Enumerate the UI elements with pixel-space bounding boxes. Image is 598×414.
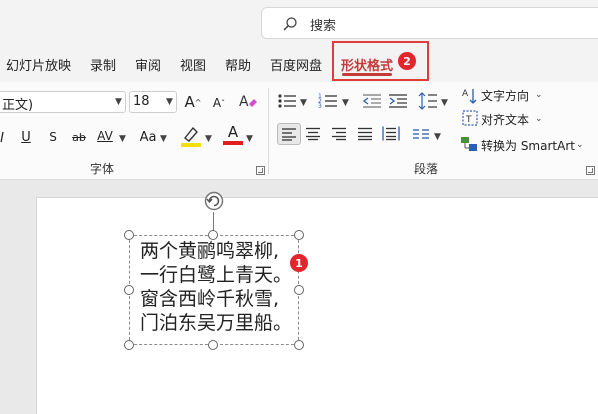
shrink-font-label: A [212, 96, 222, 110]
search-label: 搜索 [310, 19, 337, 34]
strikethrough-button[interactable]: ab [68, 126, 90, 148]
change-case-label: Aa [139, 129, 157, 145]
font-size-combo[interactable]: 18 ▼ [129, 91, 177, 113]
resize-handle-top[interactable] [208, 230, 218, 240]
annotation-badge-2: 2 [398, 52, 416, 70]
resize-handle-right[interactable] [294, 285, 304, 295]
annotation-badge-1: 1 [290, 254, 308, 272]
numbering-icon[interactable]: 1 2 3 [318, 92, 338, 110]
poem-text[interactable]: 两个黄鹂鸣翠柳, 一行白鹭上青天。 窗含西岭千秋雪, 门泊东吴万里船。 [140, 239, 292, 335]
character-spacing-label: AV [97, 129, 113, 143]
resize-handle-bottom-right[interactable] [294, 340, 304, 350]
font-color-swatch [223, 141, 243, 145]
tab-slideshow[interactable]: 幻灯片放映 [6, 55, 71, 74]
text-direction-button[interactable]: 文字方向 [481, 87, 529, 104]
italic-button[interactable]: I [0, 128, 7, 148]
svg-text:A: A [462, 89, 469, 99]
align-left-icon[interactable] [277, 123, 301, 145]
strikethrough-label: ab [72, 130, 86, 144]
chevron-down-icon[interactable]: ▼ [246, 134, 253, 144]
font-size-value: 18 [133, 94, 150, 109]
align-text-button[interactable]: 对齐文本 [481, 111, 529, 128]
font-color-label: A [227, 123, 239, 141]
chevron-down-icon[interactable]: ▼ [441, 98, 448, 108]
justify-icon[interactable] [357, 126, 373, 141]
text-direction-icon[interactable]: A [462, 87, 478, 105]
chevron-down-icon[interactable]: ⌄ [535, 90, 543, 100]
align-center-icon[interactable] [305, 126, 321, 141]
shrink-font-button[interactable]: Aˇ [210, 93, 228, 113]
highlight-pen-icon[interactable] [180, 124, 202, 148]
chevron-down-icon[interactable]: ▼ [205, 134, 212, 144]
tab-record[interactable]: 录制 [90, 55, 116, 74]
resize-handle-left[interactable] [124, 285, 134, 295]
resize-handle-top-left[interactable] [124, 230, 134, 240]
font-dialog-launcher[interactable] [256, 166, 265, 175]
line-spacing-icon[interactable] [418, 91, 438, 111]
poem-line: 门泊东吴万里船。 [140, 312, 293, 334]
clear-formatting-icon[interactable]: A [238, 91, 258, 111]
search-box[interactable]: 搜索 [261, 7, 598, 39]
distributed-icon[interactable] [382, 125, 400, 142]
chevron-down-icon[interactable]: ▼ [160, 134, 167, 144]
columns-icon[interactable] [412, 127, 430, 141]
svg-text:T: T [465, 115, 472, 125]
tab-review[interactable]: 审阅 [135, 55, 161, 74]
chevron-down-icon[interactable]: ⌄ [576, 140, 584, 150]
ribbon: 正文) ▼ 18 ▼ A ^ Aˇ A I U S ab AV ▼ Aa ▼ ▼ … [0, 82, 598, 180]
search-icon [283, 17, 297, 31]
chevron-down-icon: ▼ [166, 97, 173, 107]
resize-handle-top-right[interactable] [294, 230, 304, 240]
font-color-button[interactable]: A [224, 122, 242, 142]
bullets-icon[interactable] [277, 92, 297, 110]
grow-font-label: A [184, 93, 195, 111]
character-spacing-button[interactable]: AV [94, 124, 116, 148]
decrease-indent-icon[interactable] [362, 92, 382, 110]
grow-font-button[interactable]: A ^ [183, 91, 203, 113]
tab-view[interactable]: 视图 [180, 55, 206, 74]
underline-label: U [21, 129, 31, 145]
slide[interactable] [37, 198, 598, 414]
svg-text:A: A [239, 94, 249, 110]
title-bar: 搜索 [0, 0, 598, 46]
shadow-button[interactable]: S [45, 126, 61, 148]
chevron-down-icon[interactable]: ⌄ [535, 114, 543, 124]
ribbon-tabs: 幻灯片放映 录制 审阅 视图 帮助 百度网盘 形状格式 [0, 46, 598, 82]
resize-handle-bottom-left[interactable] [124, 340, 134, 350]
increase-indent-icon[interactable] [388, 92, 408, 110]
poem-line: 两个黄鹂鸣翠柳, [140, 240, 280, 262]
poem-line: 一行白鹭上青天。 [140, 264, 293, 286]
poem-line: 窗含西岭千秋雪, [140, 288, 280, 310]
font-name-combo[interactable]: 正文) ▼ [0, 91, 126, 113]
underline-button[interactable]: U [18, 126, 34, 148]
paragraph-dialog-launcher[interactable] [586, 166, 595, 175]
svg-text:3: 3 [318, 103, 322, 110]
chevron-down-icon: ▼ [115, 97, 122, 107]
resize-handle-bottom[interactable] [208, 340, 218, 350]
font-group-label: 字体 [90, 162, 115, 176]
convert-smartart-button[interactable]: 转换为 SmartArt [481, 137, 575, 154]
chevron-down-icon[interactable]: ▼ [300, 98, 307, 108]
chevron-down-icon[interactable]: ▼ [342, 98, 349, 108]
tab-baidu-netdisk[interactable]: 百度网盘 [270, 55, 322, 74]
change-case-button[interactable]: Aa [137, 126, 159, 148]
align-right-icon[interactable] [331, 126, 347, 141]
smartart-icon[interactable] [460, 136, 478, 152]
chevron-down-icon[interactable]: ▼ [119, 134, 126, 144]
paragraph-group-label: 段落 [414, 162, 439, 176]
chevron-down-icon[interactable]: ▼ [434, 132, 441, 142]
align-text-icon[interactable]: T [462, 110, 478, 126]
font-name-value: 正文) [2, 98, 34, 113]
rotate-icon[interactable] [203, 190, 225, 212]
group-separator [268, 88, 269, 174]
tab-help[interactable]: 帮助 [225, 55, 251, 74]
